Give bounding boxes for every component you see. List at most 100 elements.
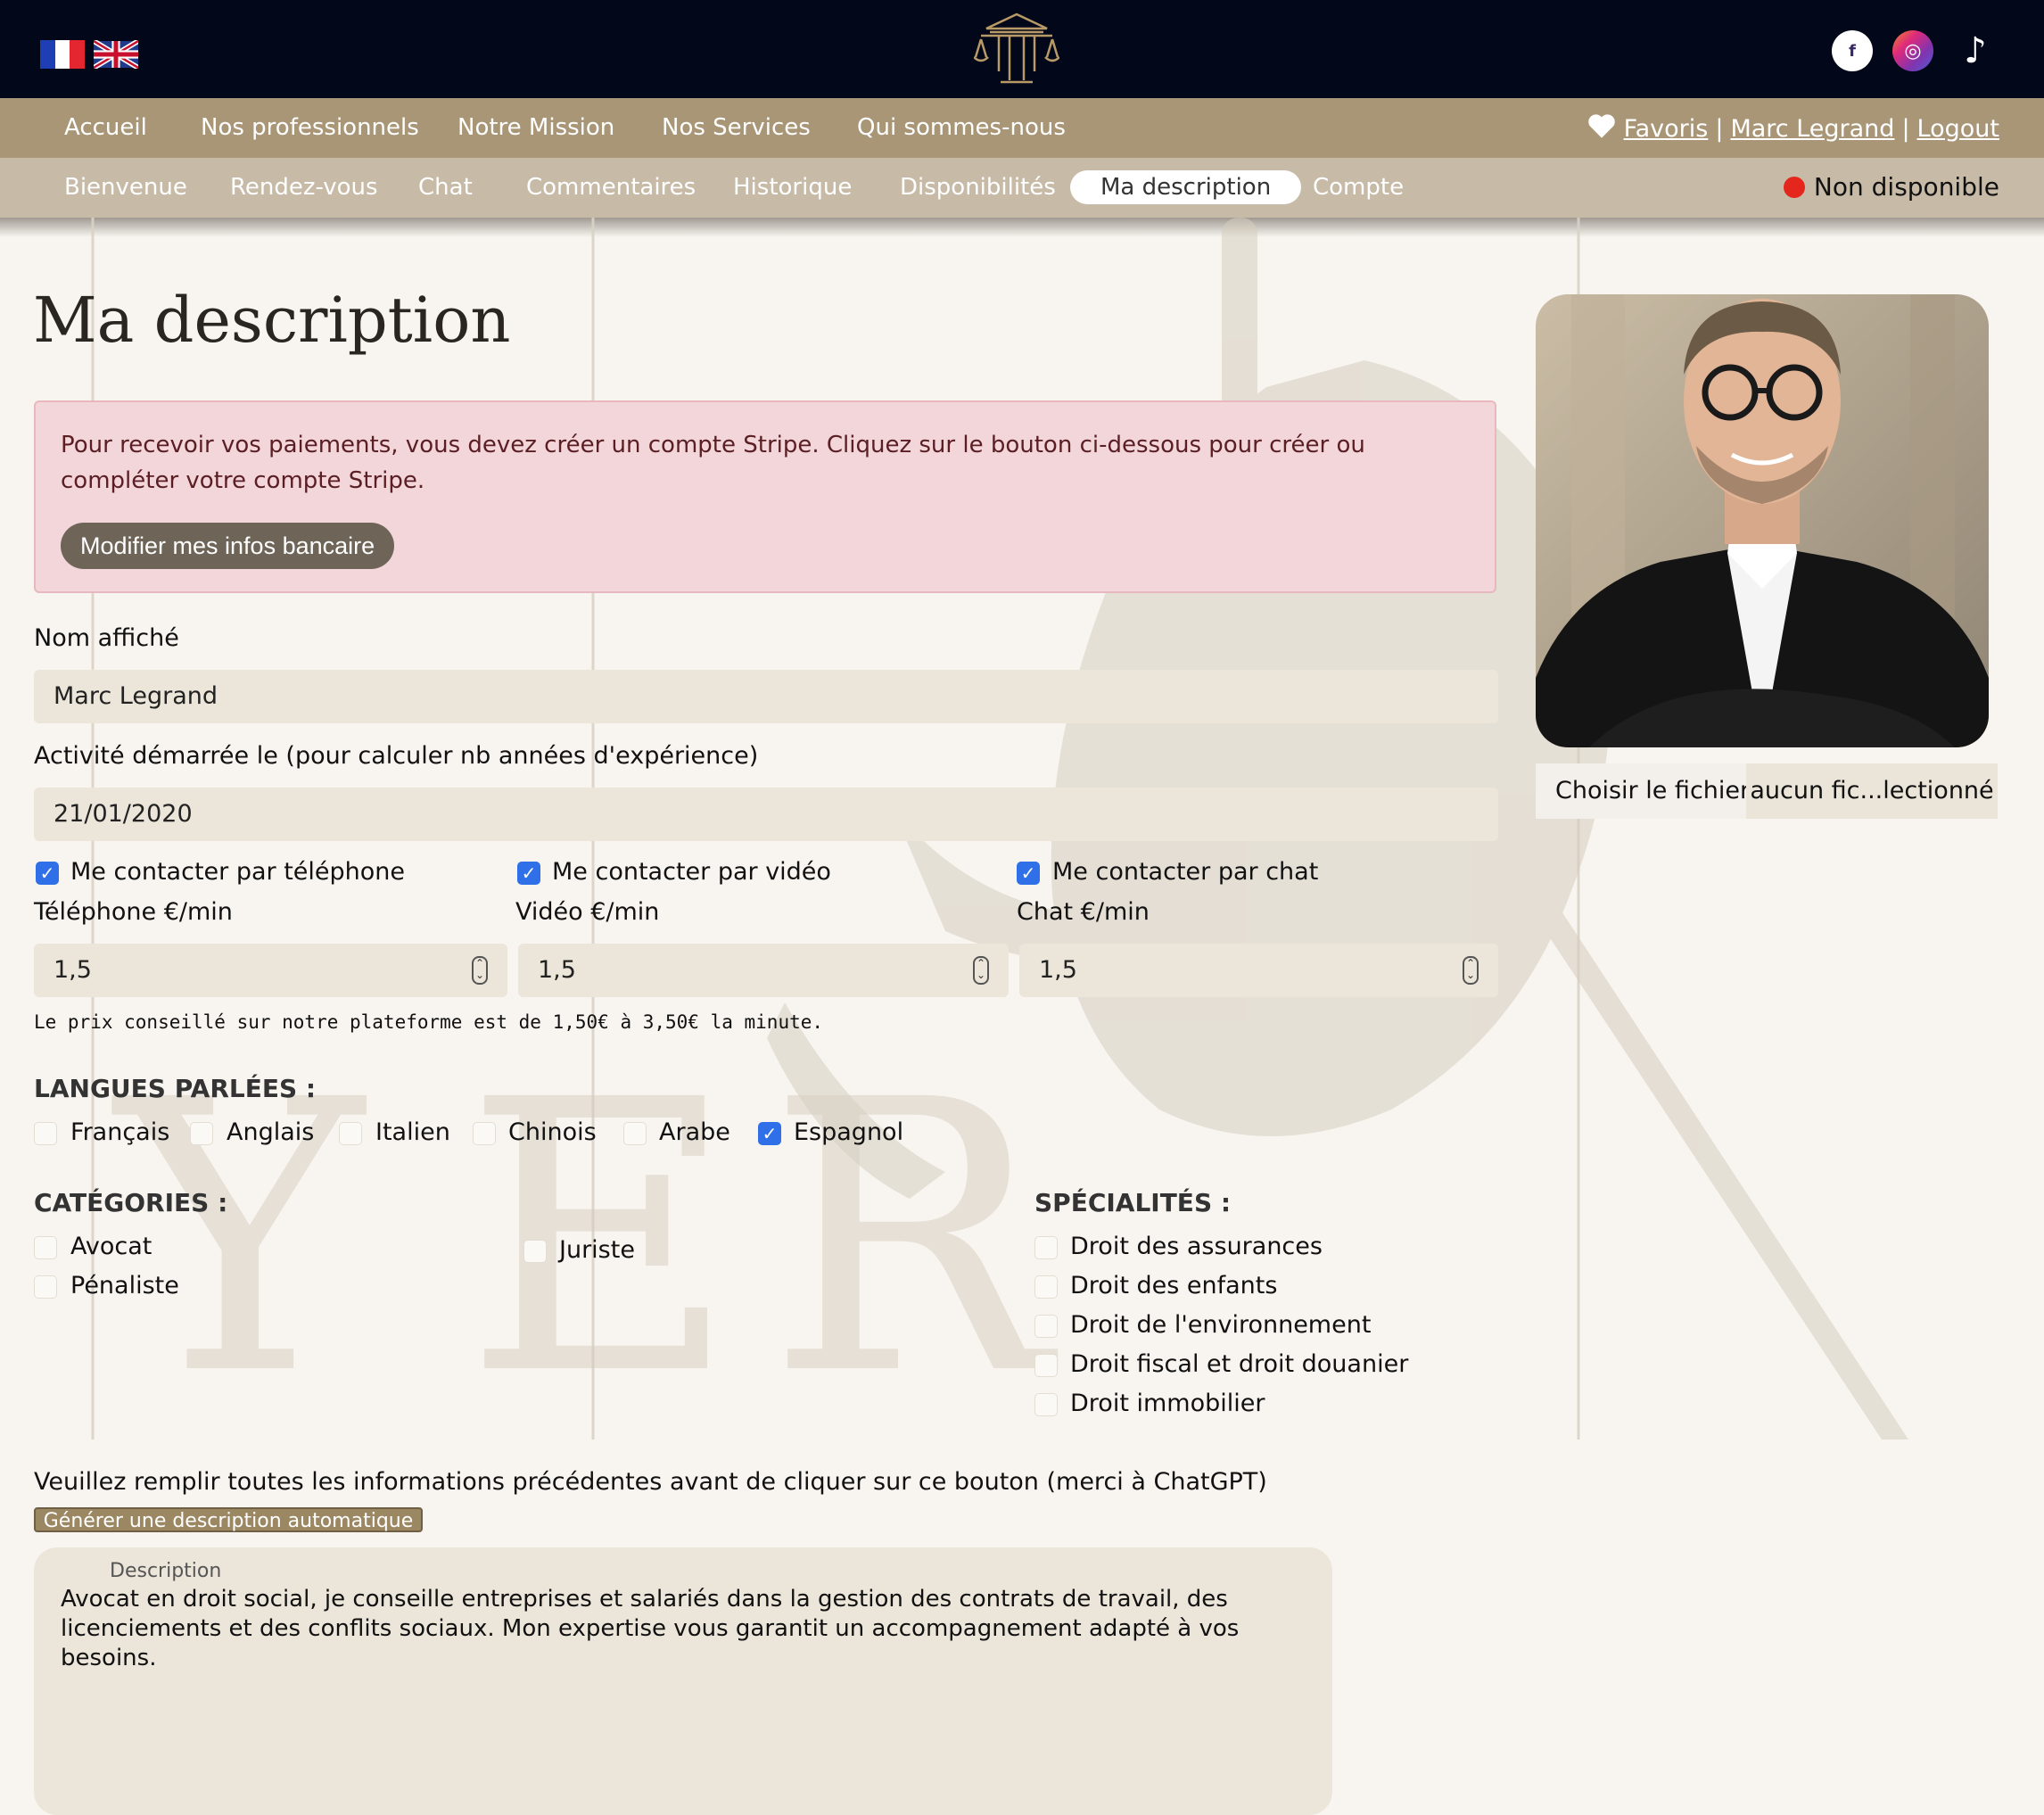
subnav-chat[interactable]: Chat [418,174,473,201]
user-links: Favoris | Marc Legrand | Logout [1587,112,1999,145]
separator: | [1715,115,1724,143]
subnav-rendez-vous[interactable]: Rendez-vous [230,174,378,201]
category-label: Avocat [70,1233,152,1260]
specialty-checkbox[interactable] [1034,1315,1058,1338]
stepper-icon[interactable]: ⌃ ⌄ [973,956,989,985]
subnav-historique[interactable]: Historique [733,174,852,201]
language-checkbox[interactable] [473,1122,496,1145]
subnav-bienvenue[interactable]: Bienvenue [64,174,187,201]
display-name-label: Nom affiché [34,624,179,652]
language-checkbox[interactable] [623,1122,647,1145]
language-label: Arabe [659,1118,730,1146]
subnav-disponibilites[interactable]: Disponibilités [900,174,1056,201]
subnav-ma-description[interactable]: Ma description [1070,170,1302,204]
choose-file-button[interactable]: Choisir le fichier [1536,763,1770,819]
language-label: Espagnol [794,1118,904,1146]
page-title: Ma description [33,284,511,357]
language-label: Français [70,1118,170,1146]
specialty-checkbox[interactable] [1034,1354,1058,1377]
description-textarea[interactable]: Description Avocat en droit social, je c… [34,1547,1332,1815]
user-profile-link[interactable]: Marc Legrand [1730,115,1894,143]
logout-link[interactable]: Logout [1917,115,1999,143]
start-date-input[interactable]: 21/01/2020 [34,788,1498,841]
specialty-label: Droit de l'environnement [1070,1311,1372,1339]
tiktok-icon[interactable]: ♪ [1953,30,1998,71]
chat-contact-checkbox[interactable]: ✓ [1017,862,1040,885]
display-name-input[interactable]: Marc Legrand [34,670,1498,723]
sub-nav: Bienvenue Rendez-vous Chat Commentaires … [0,158,2044,218]
nav-notre-mission[interactable]: Notre Mission [457,114,614,141]
video-price-label: Vidéo €/min [515,898,660,926]
specialty-label: Droit des enfants [1070,1272,1278,1299]
nav-qui-sommes-nous[interactable]: Qui sommes-nous [857,114,1066,141]
main-nav: Accueil Nos professionnels Notre Mission… [0,98,2044,158]
nav-accueil[interactable]: Accueil [64,114,147,141]
specialty-label: Droit immobilier [1070,1390,1265,1417]
specialty-label: Droit fiscal et droit douanier [1070,1350,1409,1378]
flag-uk-icon[interactable] [94,40,138,69]
svg-text:R: R [767,1021,1059,1440]
categories-heading: CATÉGORIES : [34,1188,228,1217]
nav-shadow [0,218,2044,237]
chat-price-input[interactable]: 1,5 ⌃ ⌄ [1019,944,1498,997]
language-label: Chinois [508,1118,597,1146]
stepper-icon[interactable]: ⌃ ⌄ [472,956,488,985]
category-label: Juriste [559,1236,635,1264]
profile-photo [1536,294,1989,747]
phone-price-input[interactable]: 1,5 ⌃ ⌄ [34,944,507,997]
phone-contact-label: Me contacter par téléphone [70,858,405,886]
generate-description-button[interactable]: Générer une description automatique [34,1507,423,1532]
stripe-alert: Pour recevoir vos paiements, vous devez … [34,400,1496,593]
subnav-compte[interactable]: Compte [1313,174,1404,201]
video-contact-checkbox[interactable]: ✓ [517,862,540,885]
specialty-checkbox[interactable] [1034,1393,1058,1416]
nav-nos-professionnels[interactable]: Nos professionnels [201,114,419,141]
category-checkbox[interactable] [523,1240,547,1263]
description-text: Avocat en droit social, je conseille ent… [61,1586,1240,1671]
nav-nos-services[interactable]: Nos Services [662,114,811,141]
status-label: Non disponible [1813,172,1999,202]
language-checkbox[interactable] [34,1122,57,1145]
video-contact-label: Me contacter par vidéo [552,858,831,886]
chat-price-label: Chat €/min [1017,898,1150,926]
category-checkbox[interactable] [34,1236,57,1259]
edit-bank-info-button[interactable]: Modifier mes infos bancaire [61,523,395,569]
generator-hint: Veuillez remplir toutes les informations… [34,1468,1267,1496]
subnav-commentaires[interactable]: Commentaires [526,174,696,201]
specialty-checkbox[interactable] [1034,1275,1058,1299]
favorites-link[interactable]: Favoris [1624,115,1709,143]
selected-file-name: aucun fic...lectionné [1746,763,1998,819]
specialties-heading: SPÉCIALITÉS : [1034,1188,1232,1217]
courthouse-pillar-logo[interactable] [973,9,1060,89]
facebook-icon[interactable]: f [1832,30,1873,71]
start-date-label: Activité démarrée le (pour calculer nb a… [34,742,759,770]
phone-contact-checkbox[interactable]: ✓ [36,862,59,885]
language-checkbox[interactable] [339,1122,362,1145]
heart-icon[interactable] [1587,112,1617,145]
category-label: Pénaliste [70,1272,179,1299]
category-checkbox[interactable] [34,1275,57,1299]
language-label: Anglais [227,1118,315,1146]
stepper-icon[interactable]: ⌃ ⌄ [1463,956,1479,985]
specialty-checkbox[interactable] [1034,1236,1058,1259]
video-price-value: 1,5 [538,956,576,984]
phone-price-value: 1,5 [54,956,92,984]
instagram-icon[interactable]: ◎ [1892,30,1933,71]
alert-message: Pour recevoir vos paiements, vous devez … [61,432,1365,494]
language-label: Italien [375,1118,450,1146]
chat-contact-label: Me contacter par chat [1052,858,1319,886]
video-price-input[interactable]: 1,5 ⌃ ⌄ [518,944,1009,997]
top-bar: f ◎ ♪ [0,0,2044,98]
description-label: Description [110,1560,222,1582]
status-dot-icon [1783,176,1805,198]
svg-text:E: E [464,1021,738,1440]
language-checkbox-espagnol[interactable]: ✓ [758,1122,781,1145]
flag-fr-icon[interactable] [40,40,85,69]
chat-price-value: 1,5 [1039,956,1077,984]
separator: | [1901,115,1910,143]
phone-price-label: Téléphone €/min [34,898,233,926]
specialty-label: Droit des assurances [1070,1233,1323,1260]
price-hint: Le prix conseillé sur notre plateforme e… [34,1011,824,1033]
language-checkbox[interactable] [190,1122,213,1145]
availability-status[interactable]: Non disponible [1783,172,1999,202]
